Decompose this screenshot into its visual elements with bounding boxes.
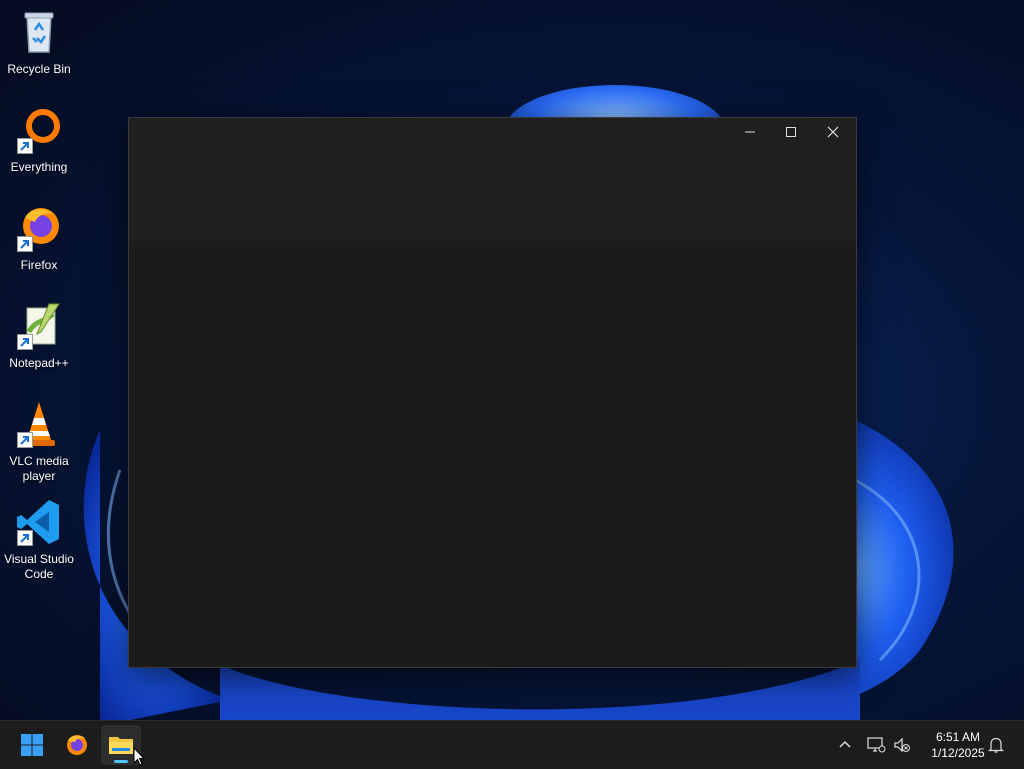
desktop-icon-vlc[interactable]: VLC media player: [0, 400, 78, 484]
maximize-button[interactable]: [770, 118, 812, 146]
app-window[interactable]: [128, 117, 857, 668]
close-icon: [827, 126, 839, 138]
shortcut-arrow-icon: [17, 432, 33, 448]
shortcut-arrow-icon: [17, 334, 33, 350]
desktop-icon-label: Everything: [10, 160, 68, 174]
desktop: Recycle Bin Everything Firefox Notepad++…: [0, 0, 1024, 720]
network-status-button[interactable]: [864, 733, 888, 757]
shortcut-arrow-icon: [17, 530, 33, 546]
maximize-icon: [786, 127, 796, 137]
desktop-icon-recycle-bin[interactable]: Recycle Bin: [0, 8, 78, 77]
desktop-icon-label: Recycle Bin: [7, 62, 71, 76]
desktop-icon-firefox[interactable]: Firefox: [0, 204, 78, 273]
taskbar-firefox-button[interactable]: [57, 725, 97, 765]
firefox-icon: [15, 204, 63, 252]
show-hidden-icons-button[interactable]: [833, 733, 857, 757]
desktop-icon-vscode[interactable]: Visual Studio Code: [0, 498, 78, 582]
shortcut-arrow-icon: [17, 138, 33, 154]
firefox-icon: [67, 735, 87, 755]
windows-start-icon: [21, 734, 43, 756]
close-button[interactable]: [812, 118, 854, 146]
notification-bell-icon: [988, 737, 1004, 753]
desktop-icon-label: VLC media player: [9, 454, 69, 483]
active-app-indicator: [114, 760, 128, 763]
window-content-area: [129, 250, 856, 667]
notepad-plus-plus-icon: [15, 302, 63, 350]
desktop-icon-label: Notepad++: [9, 356, 69, 370]
start-button[interactable]: [12, 725, 52, 765]
notifications-button[interactable]: [984, 733, 1008, 757]
file-explorer-icon: [109, 737, 133, 754]
everything-icon: [15, 106, 63, 154]
network-icon: [867, 737, 886, 753]
window-title-bar[interactable]: [129, 118, 856, 250]
desktop-icon-label: Firefox: [20, 258, 58, 272]
minimize-button[interactable]: [729, 118, 771, 146]
vscode-icon: [15, 498, 63, 546]
chevron-up-icon: [839, 740, 851, 748]
taskbar: 6:51 AM 1/12/2025: [0, 720, 1024, 769]
vlc-icon: [15, 400, 63, 448]
volume-button[interactable]: [890, 733, 914, 757]
mouse-cursor-icon: [133, 747, 145, 766]
recycle-bin-icon: [15, 8, 63, 56]
shortcut-arrow-icon: [17, 236, 33, 252]
volume-muted-icon: [894, 737, 910, 753]
desktop-icon-notepad-plus-plus[interactable]: Notepad++: [0, 302, 78, 371]
minimize-icon: [745, 131, 755, 133]
desktop-icon-everything[interactable]: Everything: [0, 106, 78, 175]
desktop-icon-label: Visual Studio Code: [4, 552, 74, 581]
